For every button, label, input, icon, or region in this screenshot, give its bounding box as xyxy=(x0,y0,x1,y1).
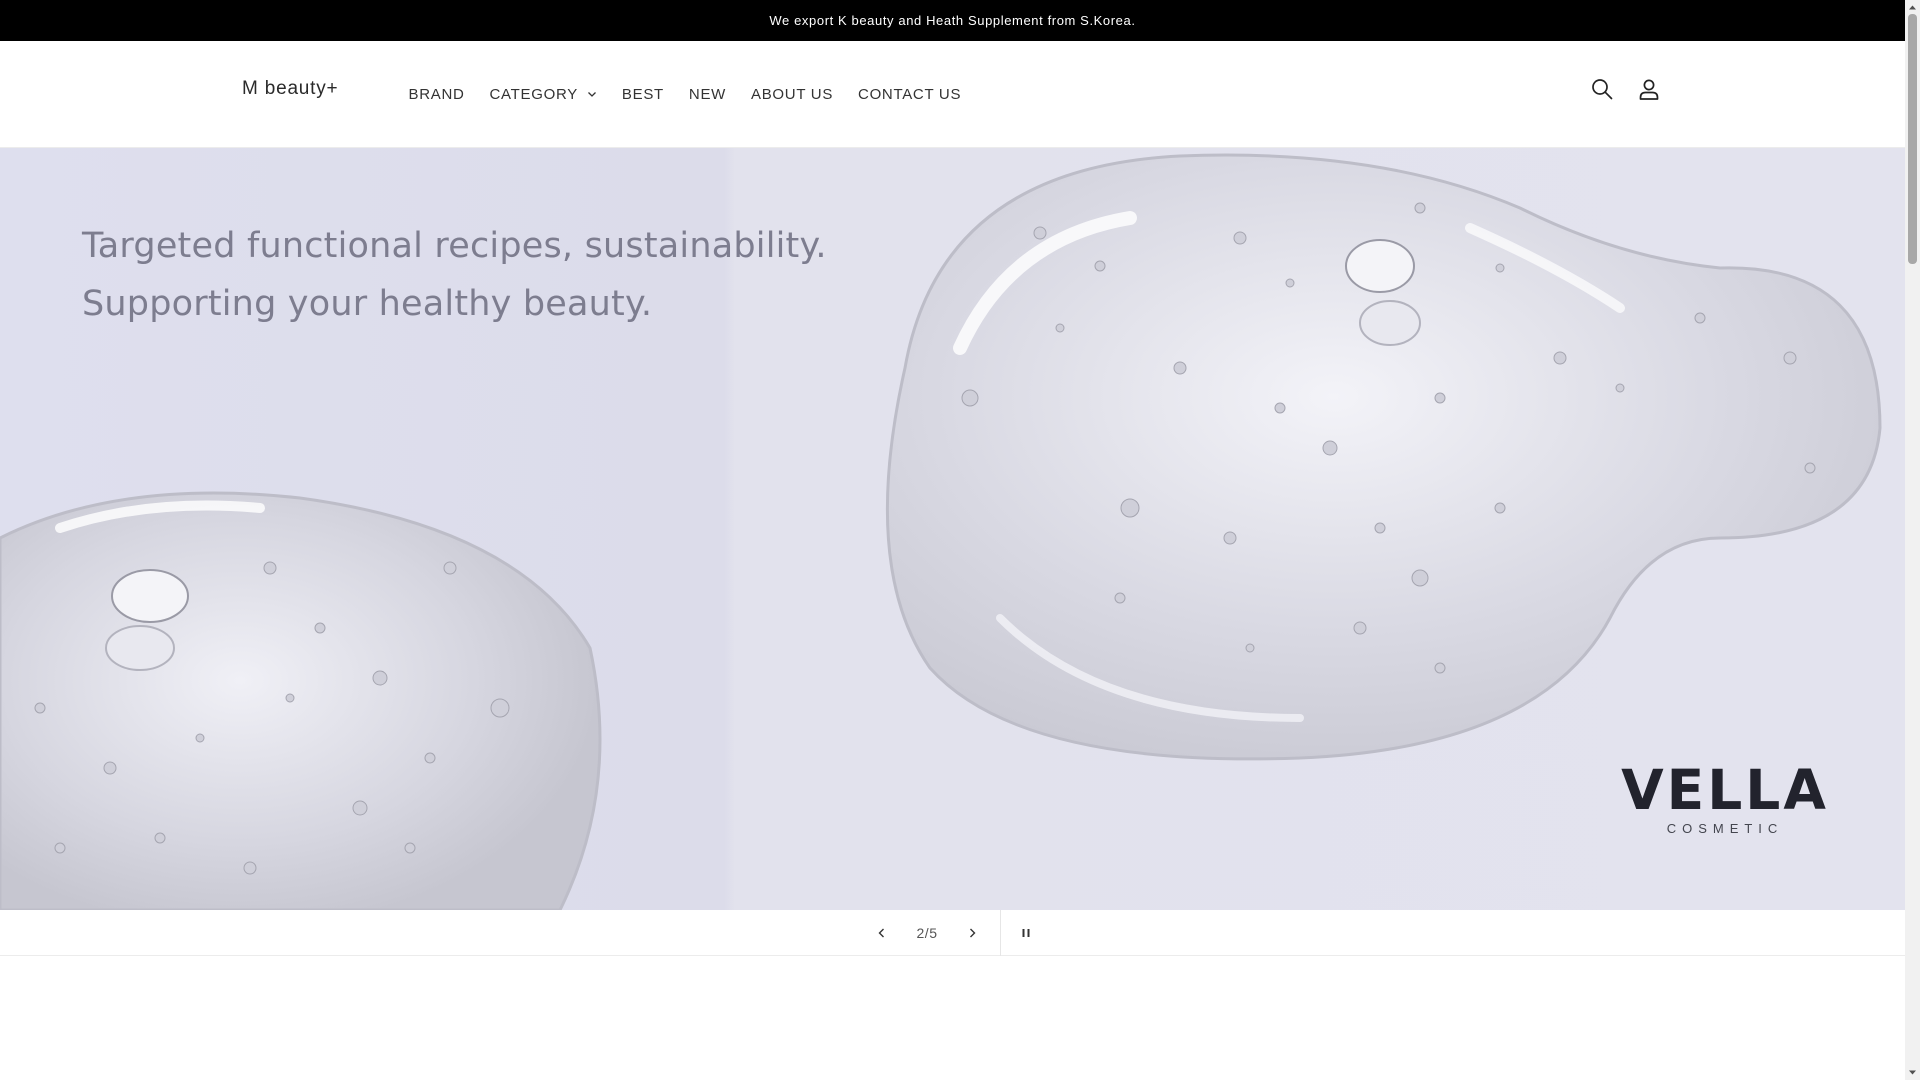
nav-item-contact-us[interactable]: CONTACT US xyxy=(846,86,974,103)
slide-counter: 2/5 xyxy=(916,925,938,941)
search-icon[interactable] xyxy=(1590,77,1614,101)
brand-subtitle: COSMETIC xyxy=(1666,821,1784,836)
announcement-bar: We export K beauty and Heath Supplement … xyxy=(0,0,1905,41)
pause-icon xyxy=(1022,929,1030,937)
vella-logo: VELLA COSMETIC xyxy=(1617,761,1833,836)
brand-name: VELLA xyxy=(1621,758,1829,822)
hero-slide: Targeted functional recipes, sustainabil… xyxy=(0,148,1905,910)
nav-item-category[interactable]: CATEGORY xyxy=(477,86,609,103)
nav-item-new[interactable]: NEW xyxy=(676,86,738,103)
site-header: M beauty+ BRAND CATEGORY BEST NEW ABOUT … xyxy=(0,41,1905,148)
hero-headline-line-2: Supporting your healthy beauty. xyxy=(82,284,653,324)
chevron-down-icon xyxy=(587,92,596,97)
scrollbar-thumb[interactable] xyxy=(1908,14,1917,264)
previous-slide-button[interactable] xyxy=(864,910,900,956)
nav-label: BRAND xyxy=(408,85,465,103)
page-scrollbar[interactable] xyxy=(1905,0,1920,1080)
chevron-left-icon xyxy=(878,928,884,938)
site-logo[interactable]: M beauty+ xyxy=(242,78,338,100)
slider-controls: 2/5 xyxy=(0,910,1905,956)
nav-item-best[interactable]: BEST xyxy=(609,86,676,103)
account-icon[interactable] xyxy=(1637,77,1661,101)
announcement-text: We export K beauty and Heath Supplement … xyxy=(769,13,1136,28)
nav-item-brand[interactable]: BRAND xyxy=(396,86,477,103)
small-gel-droplet xyxy=(0,491,602,910)
scroll-up-icon[interactable] xyxy=(1908,3,1917,12)
control-divider xyxy=(1000,910,1001,956)
next-slide-button[interactable] xyxy=(954,910,990,956)
nav-label: CONTACT US xyxy=(858,85,962,103)
pause-slideshow-button[interactable] xyxy=(1008,910,1044,956)
nav-item-about-us[interactable]: ABOUT US xyxy=(739,86,846,103)
nav-label: CATEGORY xyxy=(489,85,578,103)
scroll-down-icon[interactable] xyxy=(1908,1068,1917,1077)
main-nav: BRAND CATEGORY BEST NEW ABOUT US CONTACT… xyxy=(396,41,974,147)
header-icons xyxy=(1590,77,1661,101)
chevron-right-icon xyxy=(970,928,976,938)
nav-label: ABOUT US xyxy=(751,85,834,103)
hero-headline-line-1: Targeted functional recipes, sustainabil… xyxy=(82,226,827,266)
nav-label: NEW xyxy=(688,85,727,103)
nav-label: BEST xyxy=(621,85,664,103)
